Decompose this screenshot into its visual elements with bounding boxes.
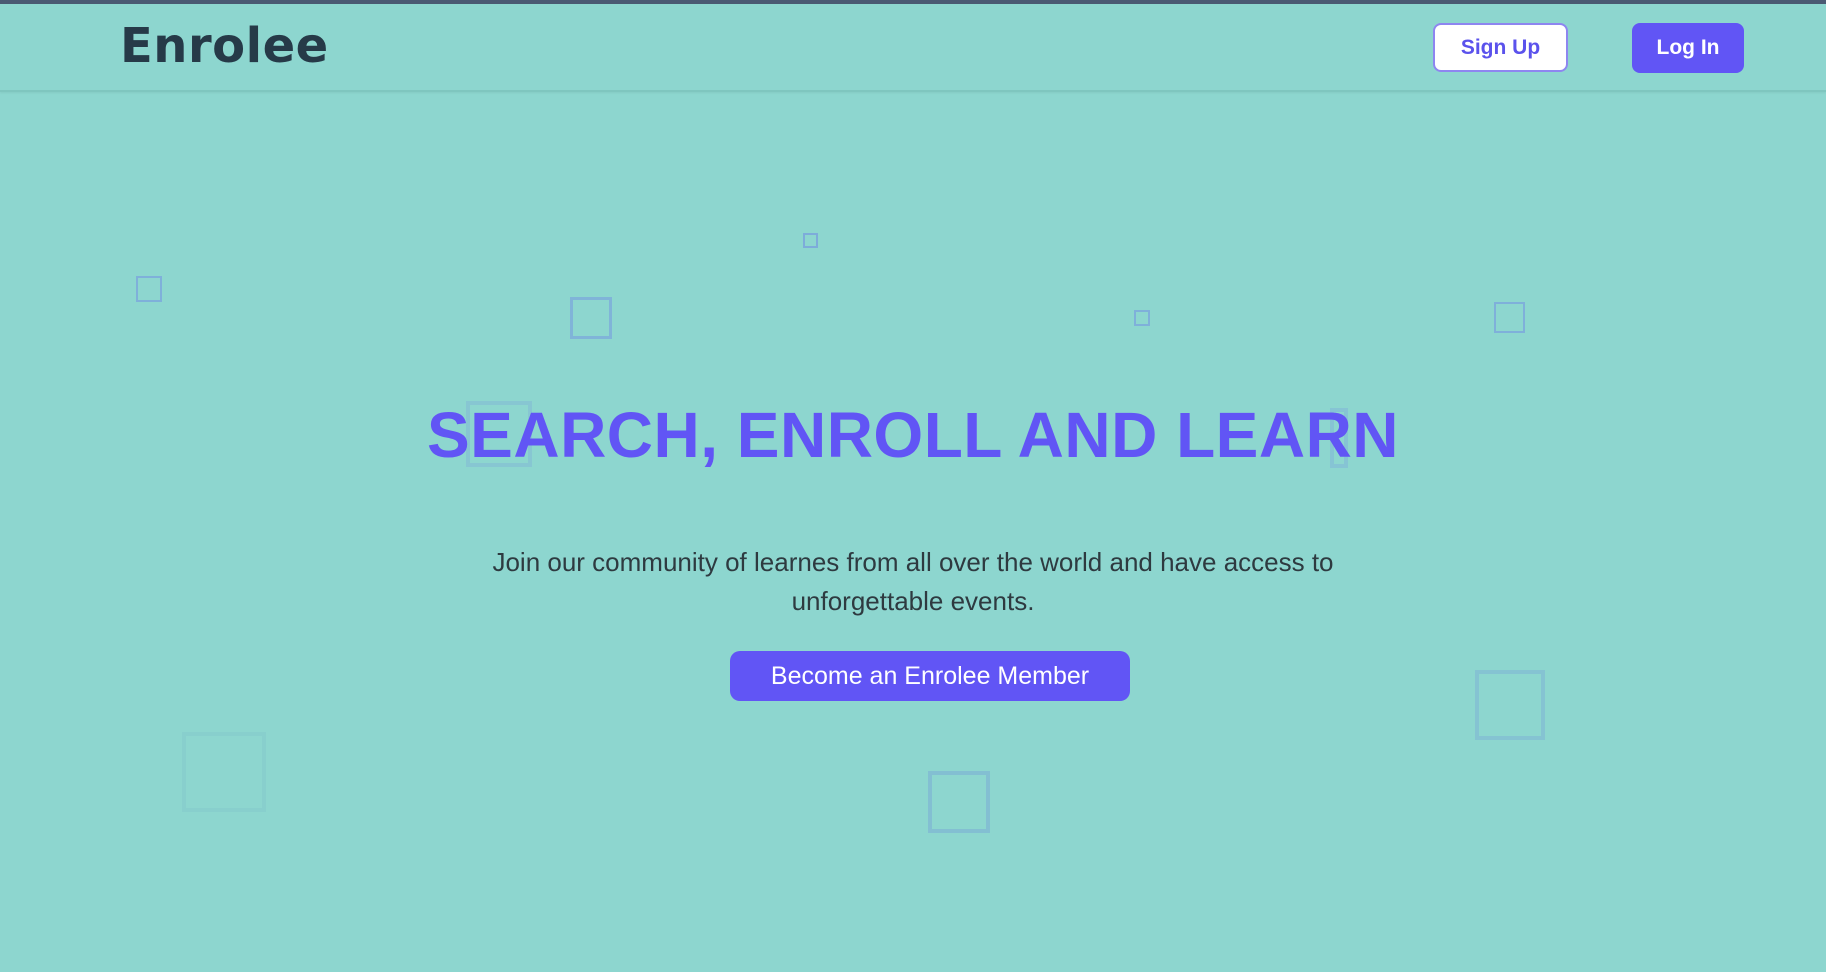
- sign-up-button[interactable]: Sign Up: [1433, 23, 1568, 72]
- hero-title: SEARCH, ENROLL AND LEARN: [426, 399, 1400, 471]
- decor-square: [136, 276, 162, 302]
- decor-square: [928, 771, 990, 833]
- navbar: Enrolee Sign Up Log In: [0, 4, 1826, 92]
- decor-square: [1475, 670, 1545, 740]
- decor-square: [803, 233, 818, 248]
- decor-square: [1134, 310, 1150, 326]
- brand-logo[interactable]: Enrolee: [120, 18, 329, 74]
- log-in-button[interactable]: Log In: [1632, 23, 1744, 73]
- hero-subtitle: Join our community of learnes from all o…: [492, 547, 1334, 616]
- decor-square: [1494, 302, 1525, 333]
- decor-square: [182, 732, 266, 812]
- become-member-button[interactable]: Become an Enrolee Member: [730, 651, 1130, 701]
- decor-square: [570, 297, 612, 339]
